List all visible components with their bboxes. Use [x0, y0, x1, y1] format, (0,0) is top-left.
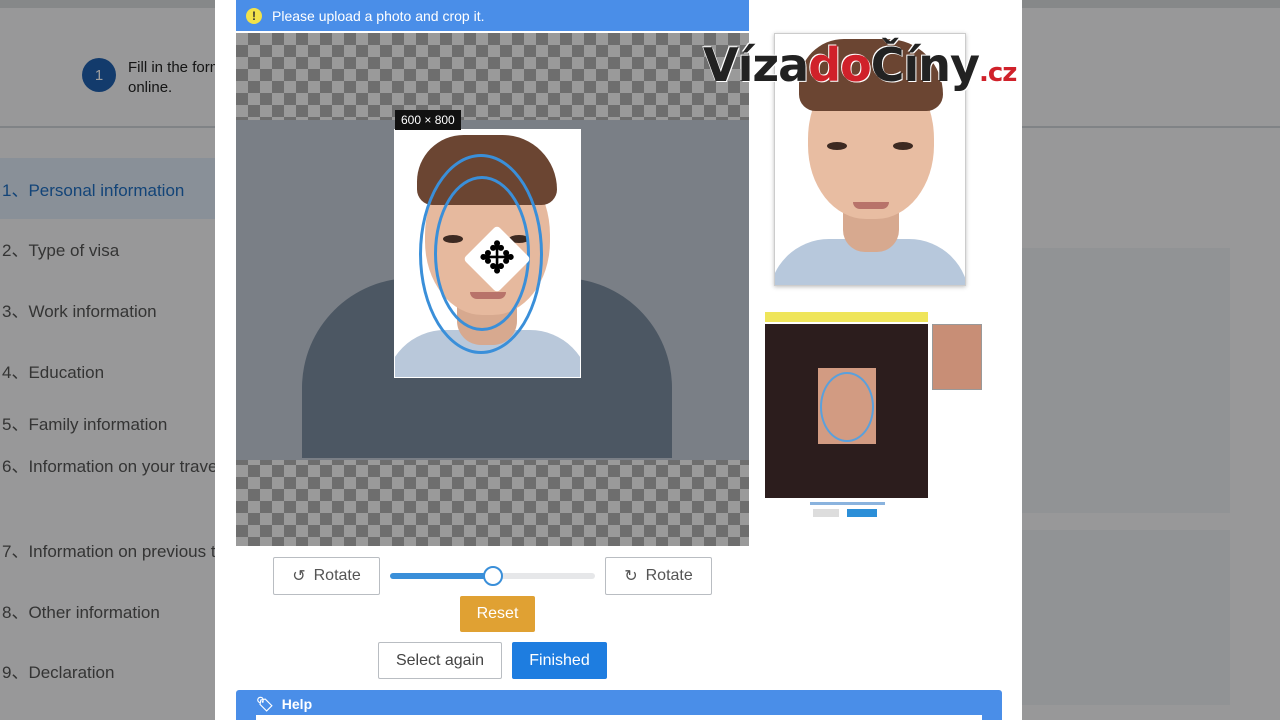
zoom-slider-thumb[interactable]: [482, 566, 503, 586]
rotate-right-icon: ↻: [624, 568, 638, 585]
watermark-part3: Číny: [870, 38, 980, 92]
example-screenshot-thumbnail: [765, 312, 982, 522]
mini-oval: [820, 372, 874, 442]
mini-slider: [810, 502, 885, 505]
rotate-left-button[interactable]: ↺ Rotate: [273, 557, 380, 595]
preview-eye: [893, 142, 913, 150]
crop-dimensions-label: 600 × 800: [395, 110, 461, 130]
watermark-part1: Víza: [703, 38, 809, 92]
tag-icon: 🏷: [256, 696, 274, 712]
mini-button: [847, 509, 877, 517]
watermark-tld: .cz: [978, 58, 1017, 88]
notice-bar: ! Please upload a photo and crop it.: [236, 0, 749, 31]
mini-notice-bar: [765, 312, 928, 322]
preview-eye: [827, 142, 847, 150]
notice-text: Please upload a photo and crop it.: [272, 7, 485, 24]
help-content: [256, 715, 982, 720]
rotate-left-icon: ↺: [292, 568, 306, 585]
rotate-right-button[interactable]: ↻ Rotate: [605, 557, 712, 595]
rotate-right-label: Rotate: [645, 567, 693, 584]
mini-button: [813, 509, 839, 517]
finished-button[interactable]: Finished: [512, 642, 607, 679]
select-again-button[interactable]: Select again: [378, 642, 502, 679]
mini-crop-area: [765, 324, 928, 498]
zoom-slider-fill: [390, 573, 493, 579]
crop-canvas[interactable]: ✥ 600 × 800: [236, 33, 749, 546]
mini-preview: [932, 324, 982, 390]
move-arrows-icon: ✥: [478, 234, 516, 283]
help-title: Help: [281, 696, 313, 712]
preview-mouth: [853, 202, 889, 209]
rotate-left-label: Rotate: [313, 567, 361, 584]
move-handle[interactable]: ✥: [462, 224, 532, 294]
reset-button[interactable]: Reset: [460, 596, 535, 632]
vizadociny-watermark: VízadoČíny.cz: [703, 38, 1017, 92]
zoom-slider[interactable]: [390, 566, 595, 586]
photo-upload-modal: ! Please upload a photo and crop it. ✥ 6…: [215, 0, 1022, 720]
watermark-part2: do: [808, 38, 872, 92]
exclamation-icon: !: [246, 7, 262, 24]
